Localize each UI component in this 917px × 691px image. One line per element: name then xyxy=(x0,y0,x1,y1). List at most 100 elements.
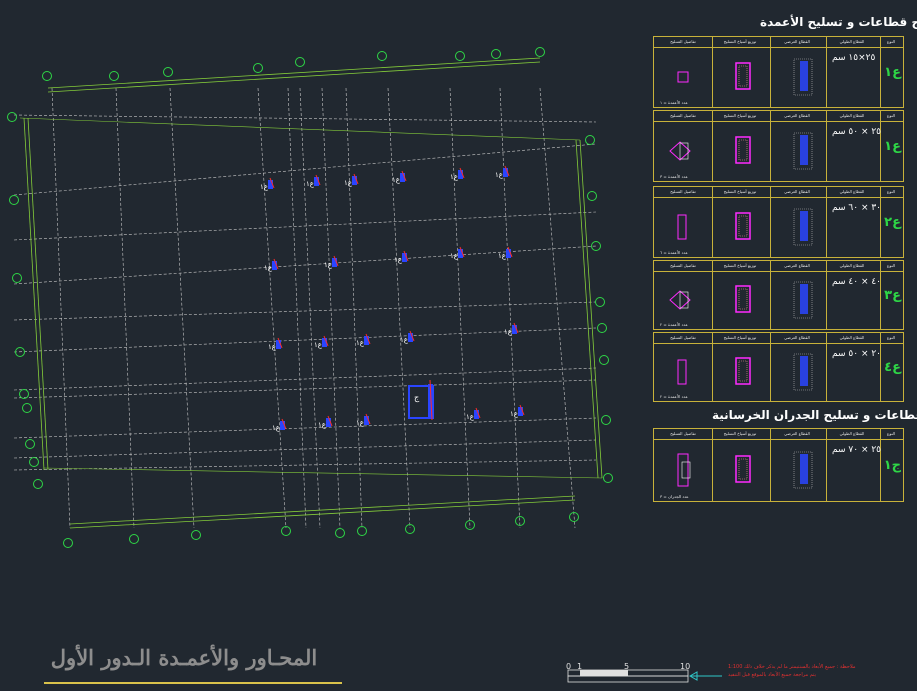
schedule-divider xyxy=(770,37,771,107)
scale-label-5: 5 xyxy=(624,662,630,671)
schedule-header-cell: توزيع أسياخ التسليح xyxy=(723,113,757,118)
schedule-header-cell: توزيع أسياخ التسليح xyxy=(723,335,757,340)
schedule-header-cell: القطاع الطولي xyxy=(839,335,865,340)
bottom-dimension-line xyxy=(69,499,576,529)
axis-bubble xyxy=(163,67,173,77)
column-markers: ع١ ع١ ع١ ع١ ع١ ع١ ع١ ع١ ع١ ع١ ع١ ع١ ع١ ع١ ع١ ع١ ع١ ع١ ع١ ع١… xyxy=(260,165,525,432)
schedule-header-cell: القطاع العرضي xyxy=(784,263,810,268)
schedule-header-cell: القطاع الطولي xyxy=(839,113,865,118)
axis-bubble xyxy=(455,51,465,61)
axis-bubble xyxy=(129,534,139,544)
schedule-divider xyxy=(826,429,827,501)
schedule-divider xyxy=(880,429,881,501)
schedule-header: تفاصيل التسليح توزيع أسياخ التسليح القطاع … xyxy=(654,333,903,344)
left-dimension-line-2 xyxy=(27,117,49,471)
column-tag: ع١ xyxy=(392,176,401,184)
schedule-mark: ع٤ xyxy=(884,360,901,375)
schedule-header-cell: القطاع الطولي xyxy=(839,263,865,268)
schedule-row: تفاصيل التسليح توزيع أسياخ التسليح القطاع … xyxy=(653,186,904,258)
column-tag: ع١ xyxy=(400,336,409,344)
schedule-dimension: ٢٥×١٥ سم xyxy=(832,53,876,63)
schedule-divider xyxy=(770,111,771,181)
axis-bubble xyxy=(377,51,387,61)
walls-schedule-title: نماذج قطاعات و تسليح الجدران الخرسانية xyxy=(712,408,917,422)
schedule-header: تفاصيل التسليح توزيع أسياخ التسليح القطاع … xyxy=(654,187,903,198)
axis-bubble xyxy=(405,524,415,534)
drawing-note-2: يتم مراجعة جميع الأبعاد بالموقع قبل التن… xyxy=(728,672,816,678)
schedule-header: تفاصيل التسليح توزيع أسياخ التسليح القطاع … xyxy=(654,261,903,272)
graphic-scale-bar xyxy=(567,669,722,683)
axis-bubble xyxy=(585,135,595,145)
schedule-footer: عدد الأعمدة = ٢ xyxy=(660,394,688,399)
schedule-mark: ع١ xyxy=(884,65,901,80)
schedule-divider xyxy=(712,37,713,107)
right-dimension-line-2 xyxy=(575,139,599,479)
schedule-divider xyxy=(880,261,881,329)
schedule-divider xyxy=(770,187,771,257)
vertical-axis-line xyxy=(449,87,471,529)
right-dimension-line xyxy=(579,139,603,479)
columns-schedule-title: نماذج قطاعات و تسليح الأعمدة xyxy=(760,15,917,29)
schedule-header-cell: تفاصيل التسليح xyxy=(670,431,696,436)
schedule-header: تفاصيل التسليح توزيع أسياخ التسليح القطاع … xyxy=(654,111,903,122)
schedule-footer: عدد الأعمدة = ٣ xyxy=(660,174,688,179)
schedule-divider xyxy=(880,37,881,107)
axis-bubble xyxy=(191,530,201,540)
axis-grid-lines xyxy=(13,87,597,529)
schedule-header-cell: تفاصيل التسليح xyxy=(670,189,696,194)
schedule-header-cell: النوع xyxy=(887,113,895,118)
schedule-header-cell: القطاع العرضي xyxy=(784,335,810,340)
schedule-row: تفاصيل التسليح توزيع أسياخ التسليح القطاع … xyxy=(653,332,904,402)
top-dimension-line-2 xyxy=(47,61,541,93)
schedule-dimension: ٢٥ × ٥٠ سم xyxy=(832,127,882,137)
schedule-header-cell: النوع xyxy=(887,263,895,268)
axis-bubble xyxy=(253,63,263,73)
column-tag: ع١ xyxy=(466,413,475,421)
bottom-frame-line xyxy=(43,467,603,479)
horizontal-axis-line xyxy=(13,301,597,321)
axis-bubble xyxy=(19,389,29,399)
schedule-divider xyxy=(712,187,713,257)
vertical-axis-line xyxy=(539,87,576,529)
axis-bubble xyxy=(29,457,39,467)
schedule-header-cell: تفاصيل التسليح xyxy=(670,113,696,118)
schedule-divider xyxy=(826,37,827,107)
column-tag: ع١ xyxy=(495,171,504,179)
axis-bubble xyxy=(25,439,35,449)
column-tag: ع١ xyxy=(260,183,269,191)
schedule-header-cell: تفاصيل التسليح xyxy=(670,335,696,340)
column-tag: ع١ xyxy=(272,424,281,432)
axis-bubble xyxy=(7,112,17,122)
column-tag: ع١ xyxy=(498,252,507,260)
schedule-mark: ع١ xyxy=(884,139,901,154)
axis-bubble xyxy=(595,297,605,307)
schedule-divider xyxy=(880,187,881,257)
schedule-footer: عدد الأعمدة = ٢ xyxy=(660,322,688,327)
vertical-axis-line xyxy=(51,87,71,529)
schedule-header-cell: القطاع العرضي xyxy=(784,113,810,118)
axis-bubble xyxy=(63,538,73,548)
schedule-header-cell: القطاع العرضي xyxy=(784,39,810,44)
dimension-lines xyxy=(19,57,603,529)
axis-bubble xyxy=(295,57,305,67)
schedule-header-cell: القطاع العرضي xyxy=(784,431,810,436)
horizontal-axis-line xyxy=(13,417,597,439)
vertical-axis-line xyxy=(169,87,195,529)
axis-bubble xyxy=(33,479,43,489)
top-dimension-line xyxy=(47,57,541,89)
schedule-mark: ع٣ xyxy=(884,288,901,303)
schedule-header-cell: القطاع الطولي xyxy=(839,39,865,44)
axis-bubble xyxy=(22,403,32,413)
schedule-dimension: ٤٠ × ٤٠ سم xyxy=(832,277,882,287)
axis-bubble xyxy=(599,355,609,365)
schedule-row: تفاصيل التسليح توزيع أسياخ التسليح القطاع … xyxy=(653,36,904,108)
horizontal-axis-line xyxy=(13,379,597,399)
scale-label-1: 1 xyxy=(577,662,583,671)
column-tag: ع١ xyxy=(318,421,327,429)
axis-bubble xyxy=(587,191,597,201)
axis-bubble xyxy=(491,49,501,59)
schedule-header-cell: توزيع أسياخ التسليح xyxy=(723,431,757,436)
column-tag: ع١ xyxy=(314,341,323,349)
schedule-header-cell: النوع xyxy=(887,335,895,340)
column-tag: ع١ xyxy=(510,410,519,418)
